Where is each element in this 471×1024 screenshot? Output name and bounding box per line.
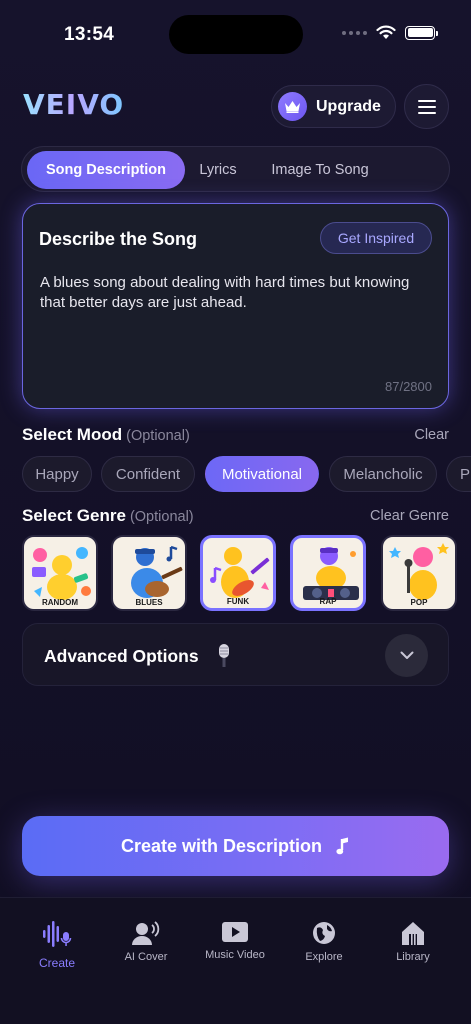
nav-ai-cover[interactable]: AI Cover [101, 920, 191, 963]
dynamic-island [169, 15, 303, 54]
status-icons [342, 25, 438, 40]
nav-library-label: Library [396, 951, 430, 963]
app-logo: VEIVO [23, 88, 125, 121]
expand-advanced-button[interactable] [385, 634, 428, 677]
chevron-down-icon [400, 651, 413, 659]
mood-chip-melancholic[interactable]: Melancholic [329, 456, 437, 492]
mood-chip-happy[interactable]: Happy [22, 456, 92, 492]
person-voice-icon [132, 921, 160, 945]
nav-explore-label: Explore [305, 951, 343, 963]
genre-optional-label: (Optional) [129, 509, 194, 525]
waveform-mic-icon [43, 921, 72, 947]
describe-title: Describe the Song [39, 229, 198, 249]
menu-icon-line [417, 99, 436, 102]
genre-label-random: RANDOM [42, 598, 78, 607]
genre-tile-funk[interactable]: FUNK [200, 535, 276, 611]
nav-create-label: Create [38, 956, 76, 970]
select-genre-title: Select Genre [22, 506, 126, 525]
nav-ai-cover-label: AI Cover [124, 951, 168, 963]
song-description-card[interactable]: Describe the Song Get Inspired A blues s… [22, 203, 449, 409]
crown-icon [278, 92, 307, 121]
wifi-icon [376, 25, 396, 39]
home-library-icon [402, 922, 424, 945]
genre-label-funk: FUNK [226, 597, 250, 606]
select-genre-heading: Select Genre (Optional) [22, 506, 194, 526]
bottom-navigation: Create AI Cover Music Video Explore Libr… [0, 897, 471, 1024]
mood-chip-partial[interactable]: Pl [446, 456, 471, 492]
nav-music-video-label: Music Video [205, 949, 265, 961]
genre-label-pop: POP [410, 598, 428, 607]
status-time: 13:54 [64, 24, 115, 45]
create-button-label: Create with Description [120, 835, 323, 856]
tab-lyrics[interactable]: Lyrics [187, 151, 249, 189]
signal-icon [342, 30, 367, 35]
mood-chip-motivational[interactable]: Motivational [205, 456, 319, 492]
create-with-description-button[interactable]: Create with Description [22, 816, 449, 876]
genre-tile-random[interactable]: RANDOM [22, 535, 98, 611]
advanced-options-panel[interactable]: Advanced Options [22, 623, 449, 686]
microphone-icon [219, 644, 229, 667]
mode-tabs: Song Description Lyrics Image To Song [21, 146, 450, 192]
upgrade-label: Upgrade [316, 97, 381, 115]
tab-image-to-song[interactable]: Image To Song [260, 151, 380, 189]
tab-song-description[interactable]: Song Description [27, 151, 185, 189]
nav-library[interactable]: Library [368, 920, 458, 963]
music-note-icon [336, 837, 349, 855]
mood-chip-confident[interactable]: Confident [101, 456, 195, 492]
get-inspired-button[interactable]: Get Inspired [320, 222, 432, 254]
nav-create[interactable]: Create [12, 920, 102, 970]
globe-icon [313, 922, 335, 944]
upgrade-button[interactable]: Upgrade [271, 85, 396, 128]
nav-music-video[interactable]: Music Video [190, 920, 280, 961]
genre-tile-pop[interactable]: POP [381, 535, 457, 611]
song-description-input[interactable]: A blues song about dealing with hard tim… [40, 273, 420, 313]
genre-tile-rap[interactable]: RAP [290, 535, 366, 611]
clear-mood-button[interactable]: Clear [414, 427, 449, 443]
genre-label-blues: BLUES [135, 598, 163, 607]
nav-explore[interactable]: Explore [279, 920, 369, 963]
genre-tile-blues[interactable]: BLUES [111, 535, 187, 611]
character-counter: 87/2800 [385, 379, 432, 394]
mood-optional-label: (Optional) [126, 428, 190, 444]
battery-icon [405, 25, 438, 40]
menu-icon-line [417, 105, 436, 108]
genre-label-rap: RAP [319, 597, 337, 606]
clear-genre-button[interactable]: Clear Genre [370, 508, 449, 524]
play-video-icon [222, 922, 248, 942]
select-mood-heading: Select Mood (Optional) [22, 425, 190, 445]
advanced-options-label: Advanced Options [44, 646, 199, 666]
select-mood-title: Select Mood [22, 425, 123, 444]
menu-icon-line [417, 111, 436, 114]
hamburger-menu-button[interactable] [404, 84, 449, 129]
